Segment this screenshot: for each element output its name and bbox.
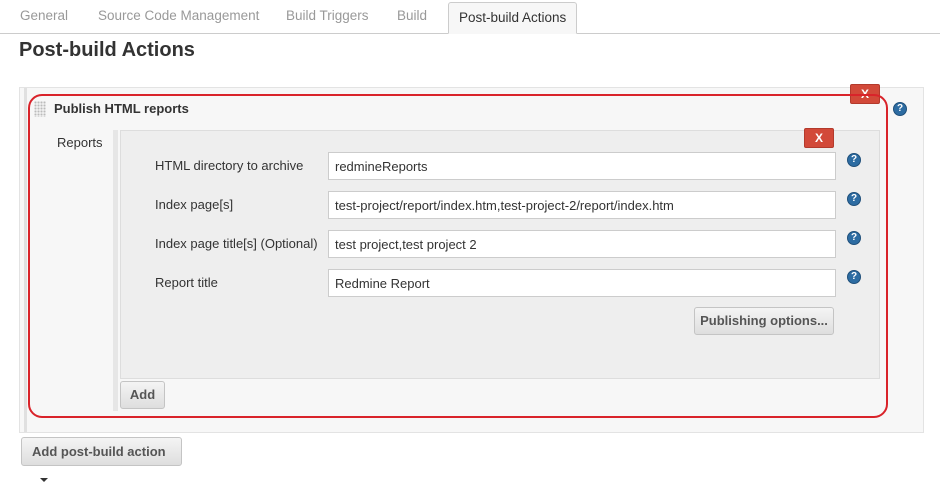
plugin-title: Publish HTML reports [54, 101, 189, 116]
section-left-bar [24, 88, 27, 432]
index-pages-help-icon[interactable]: ? [847, 192, 861, 206]
report-title-input[interactable] [328, 269, 836, 297]
index-pages-label: Index page[s] [155, 197, 234, 212]
dropdown-caret-icon [40, 477, 48, 482]
reports-label: Reports [57, 135, 103, 150]
config-tabbar: General Source Code Management Build Tri… [0, 0, 940, 34]
delete-plugin-button[interactable]: X [850, 84, 880, 104]
add-post-build-action-button[interactable]: Add post-build action [21, 437, 182, 482]
report-title-label: Report title [155, 275, 218, 290]
tab-post-build-actions[interactable]: Post-build Actions [448, 2, 578, 34]
page-title: Post-build Actions [19, 39, 195, 61]
tab-build-triggers[interactable]: Build Triggers [286, 8, 369, 23]
index-page-titles-help-icon[interactable]: ? [847, 231, 861, 245]
plugin-help-icon[interactable]: ? [893, 102, 907, 116]
tab-build[interactable]: Build [397, 8, 427, 23]
html-directory-input[interactable] [328, 152, 836, 180]
report-title-help-icon[interactable]: ? [847, 270, 861, 284]
delete-report-button[interactable]: X [804, 128, 834, 148]
add-post-build-action-label: Add post-build action [32, 444, 166, 459]
index-pages-input[interactable] [328, 191, 836, 219]
html-directory-help-icon[interactable]: ? [847, 153, 861, 167]
index-page-titles-input[interactable] [328, 230, 836, 258]
drag-handle-icon[interactable] [34, 101, 46, 117]
html-directory-label: HTML directory to archive [155, 158, 304, 173]
index-page-titles-label: Index page title[s] (Optional) [155, 236, 318, 251]
reports-left-bar [113, 130, 118, 411]
add-report-button[interactable]: Add [120, 381, 165, 409]
publishing-options-button[interactable]: Publishing options... [694, 307, 834, 335]
tab-general[interactable]: General [20, 8, 68, 23]
tab-source-code-management[interactable]: Source Code Management [98, 8, 259, 23]
